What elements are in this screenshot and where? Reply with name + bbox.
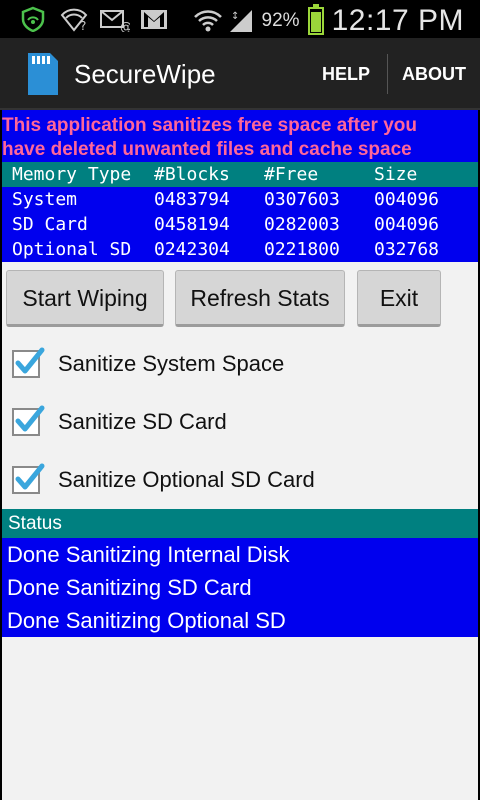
sanitize-sd-label: Sanitize SD Card [58,409,227,434]
table-row: Optional SD 0242304 0221800 032768 [2,237,478,262]
wifi-question-icon: ? [60,6,88,33]
intro-text: This application sanitizes free space af… [2,110,478,162]
wifi-icon [193,8,222,34]
shield-icon [20,6,46,33]
cell-size: 032768 [374,239,440,260]
memory-table-header: Memory Type #Blocks #Free Size [2,162,478,187]
email-icon: @ [100,6,132,34]
cell-memory-type: Optional SD [12,239,132,260]
cell-size: 004096 [374,189,440,210]
sanitize-optional-sd-label: Sanitize Optional SD Card [58,467,315,492]
cell-size: 004096 [374,214,440,235]
status-message: Done Sanitizing SD Card [7,575,252,600]
help-button[interactable]: HELP [306,38,386,110]
table-row: System 0483794 0307603 004096 [2,187,478,212]
battery-level-fill [310,11,321,32]
exit-button[interactable]: Exit [357,270,441,327]
status-list: Done Sanitizing Internal Disk Done Sanit… [2,538,478,637]
svg-text:@: @ [120,20,130,32]
cell-free: 0307603 [264,189,340,210]
status-message: Done Sanitizing Optional SD [7,608,286,633]
header-memory-type: Memory Type [12,164,132,185]
battery-icon [307,4,324,35]
header-free: #Free [264,164,319,185]
phone-screen: ? @ ↕ 92% 12:17 PM SecureWipe HELP [0,0,480,800]
sanitize-system-option[interactable]: Sanitize System Space [2,343,478,387]
sanitize-sd-checkbox[interactable] [12,405,45,436]
header-blocks: #Blocks [154,164,230,185]
memory-table: Memory Type #Blocks #Free Size System 04… [2,162,478,262]
main-content: This application sanitizes free space af… [2,110,478,800]
svg-text:?: ? [80,19,86,32]
about-button[interactable]: ABOUT [392,38,476,110]
cell-memory-type: SD Card [12,214,88,235]
sanitize-system-checkbox[interactable] [12,347,45,378]
sanitize-optional-sd-option[interactable]: Sanitize Optional SD Card [2,459,478,503]
sd-card-app-icon [26,51,60,97]
cell-free: 0282003 [264,214,340,235]
refresh-stats-button[interactable]: Refresh Stats [175,270,345,327]
battery-percent: 92% [261,10,300,31]
table-row: SD Card 0458194 0282003 004096 [2,212,478,237]
checkmark-icon [15,405,45,432]
signal-icon: ↕ [228,8,254,34]
cell-memory-type: System [12,189,78,210]
action-bar: SecureWipe HELP ABOUT [0,38,480,110]
start-wiping-button[interactable]: Start Wiping [6,270,164,327]
sanitize-sd-option[interactable]: Sanitize SD Card [2,401,478,445]
intro-line-1: This application sanitizes free space af… [2,115,417,136]
cell-blocks: 0242304 [154,239,230,260]
cell-blocks: 0458194 [154,214,230,235]
checkmark-icon [15,463,45,490]
sanitize-system-label: Sanitize System Space [58,351,285,376]
checkmark-icon [15,347,45,374]
cell-blocks: 0483794 [154,189,230,210]
clock: 12:17 PM [331,4,464,37]
action-bar-divider [387,54,388,94]
cell-free: 0221800 [264,239,340,260]
sanitize-optional-sd-checkbox[interactable] [12,463,45,494]
svg-text:↕: ↕ [231,11,239,22]
header-size: Size [374,164,418,185]
gmail-icon [140,6,167,32]
app-title: SecureWipe [74,59,216,89]
intro-line-2: have deleted unwanted files and cache sp… [2,139,412,160]
status-bar: ? @ ↕ 92% 12:17 PM [0,0,480,38]
status-header: Status [2,509,478,538]
status-message: Done Sanitizing Internal Disk [7,542,290,567]
